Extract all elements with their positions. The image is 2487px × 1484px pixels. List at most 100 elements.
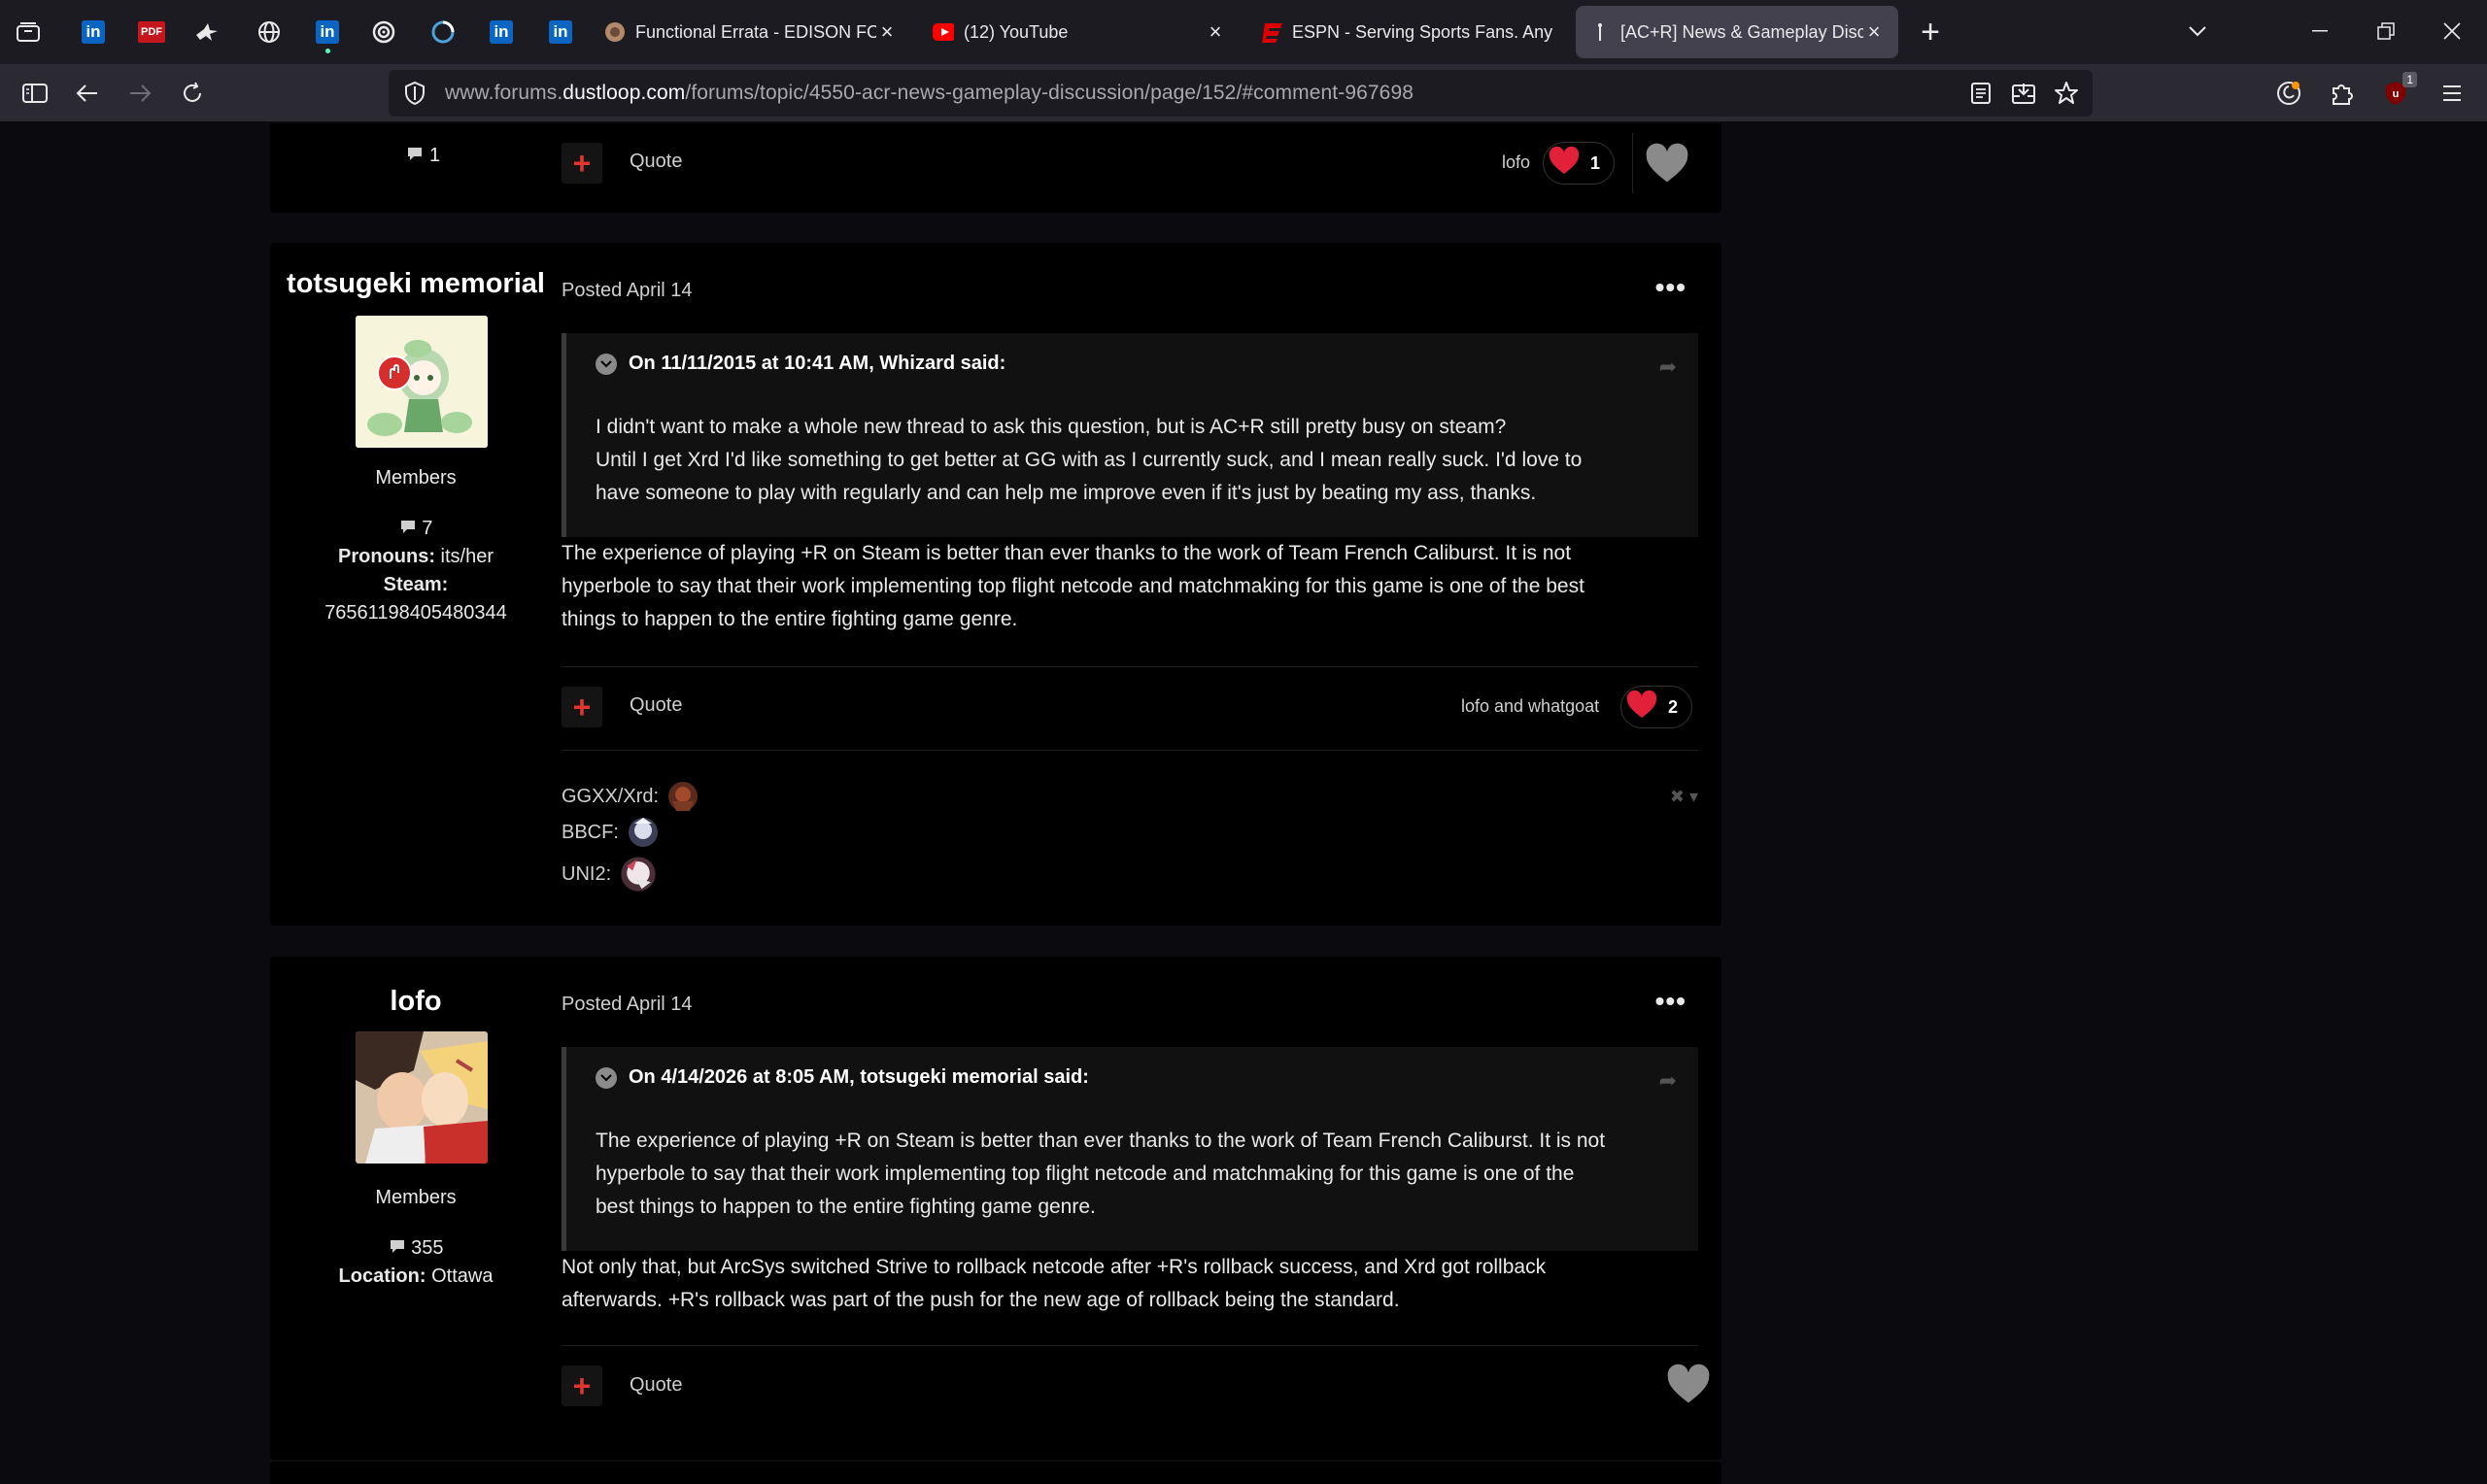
character-icon (628, 818, 658, 847)
close-icon[interactable]: × (1205, 19, 1226, 45)
hamburger-menu-icon[interactable] (2435, 76, 2470, 111)
url-prefix: www.forums. (445, 82, 563, 104)
chevron-down-icon[interactable] (596, 353, 617, 375)
dustloop-favicon (1589, 21, 1611, 43)
signature-line: UNI2: (562, 855, 658, 894)
post-count: 355 (270, 1234, 562, 1263)
signature-line: GGXX/Xrd: (562, 780, 699, 813)
quote-button[interactable]: Quote (630, 694, 682, 717)
close-icon[interactable]: × (876, 19, 898, 45)
swirl-icon[interactable] (367, 16, 400, 49)
posted-date[interactable]: Posted April 14 (562, 280, 693, 302)
restore-icon[interactable] (2365, 12, 2407, 51)
firefox-account-icon[interactable] (2271, 76, 2306, 111)
pdf-icon[interactable]: PDF (135, 16, 168, 49)
signature-label: UNI2: (562, 862, 612, 885)
tab-list-icon[interactable] (12, 16, 45, 49)
next-post-edge (270, 1462, 1721, 1484)
character-icon (668, 782, 698, 811)
extensions-puzzle-icon[interactable] (2324, 76, 2359, 111)
tab-title: Functional Errata - EDISON FOR (635, 21, 876, 42)
heart-reaction-icon (1625, 690, 1658, 725)
back-arrow-icon[interactable] (70, 76, 105, 111)
quote-header: On 11/11/2015 at 10:41 AM, Whizard said: (596, 353, 1005, 375)
share-arrow-icon[interactable]: ➦ (1659, 1068, 1677, 1094)
comment-icon (406, 145, 424, 167)
tab-strip: in PDF in in in Functional Errata - EDIS… (0, 0, 2487, 64)
more-options-icon[interactable]: ••• (1655, 272, 1686, 303)
multiquote-plus-button[interactable]: + (562, 143, 602, 184)
edison-favicon (604, 21, 626, 43)
reaction-count-box[interactable]: 1 (1543, 142, 1616, 185)
steam-field: Steam: (383, 574, 449, 595)
react-heart-button[interactable] (1665, 1364, 1712, 1406)
youtube-favicon (933, 21, 954, 43)
bookmark-star-icon[interactable] (2054, 81, 2079, 111)
quote-body: I didn't want to make a whole new thread… (596, 416, 1583, 504)
tab-title: ESPN - Serving Sports Fans. Any (1292, 21, 1553, 42)
close-window-icon[interactable] (2431, 12, 2473, 51)
chevron-down-icon[interactable] (596, 1066, 617, 1089)
tracking-shield-icon[interactable] (402, 81, 427, 106)
quote-block: On 11/11/2015 at 10:41 AM, Whizard said:… (562, 333, 1698, 537)
divider (1632, 133, 1633, 193)
minimize-icon[interactable] (2299, 12, 2341, 51)
linkedin-icon[interactable]: in (485, 16, 518, 49)
likers-text[interactable]: lofo (1502, 152, 1530, 173)
more-options-icon[interactable]: ••• (1655, 986, 1686, 1017)
comment-count: 1 (429, 145, 441, 166)
reader-view-icon[interactable] (1970, 82, 1992, 110)
tab-attention-dot (325, 49, 330, 53)
avatar[interactable] (356, 1031, 488, 1164)
quote-button[interactable]: Quote (630, 1374, 682, 1397)
comment-icon (399, 518, 417, 539)
tab-youtube[interactable]: (12) YouTube × (919, 6, 1240, 58)
new-tab-icon[interactable]: + (1914, 14, 1947, 51)
avatar[interactable] (356, 316, 488, 448)
navigation-toolbar: www.forums.dustloop.com/forums/topic/455… (0, 64, 2487, 122)
ring-icon[interactable] (426, 16, 460, 49)
espn-favicon (1261, 21, 1282, 43)
forward-arrow-icon[interactable] (122, 76, 157, 111)
ublock-origin-icon[interactable]: u 1 (2378, 72, 2417, 111)
sidebar-icon[interactable] (17, 76, 52, 111)
quote-button[interactable]: Quote (630, 151, 682, 173)
signature-hide-icon[interactable]: ✖ ▾ (1670, 787, 1698, 807)
svg-text:u: u (2393, 88, 2400, 100)
author-name[interactable]: totsugeki memorial (270, 268, 562, 300)
reaction-count-box[interactable]: 2 (1620, 686, 1693, 728)
post-count: 1 (406, 145, 440, 167)
previous-post-tail: 1 + Quote lofo 1 (270, 123, 1721, 213)
linkedin-icon[interactable]: in (77, 16, 110, 49)
tab-edison[interactable]: Functional Errata - EDISON FOR × (591, 6, 911, 58)
posted-date[interactable]: Posted April 14 (562, 994, 693, 1016)
likers-text[interactable]: lofo and whatgoat (1461, 696, 1599, 717)
linkedin-icon[interactable]: in (544, 16, 577, 49)
react-heart-button[interactable] (1644, 143, 1690, 186)
close-icon[interactable]: × (1863, 19, 1885, 45)
forum-post: totsugeki memorial Members 7 Pronouns: i… (270, 243, 1721, 926)
quote-block: On 4/14/2026 at 8:05 AM, totsugeki memor… (562, 1047, 1698, 1251)
signature-label: GGXX/Xrd: (562, 785, 660, 807)
save-to-pocket-icon[interactable] (2011, 82, 2036, 110)
share-arrow-icon[interactable]: ➦ (1659, 354, 1677, 380)
globe-icon[interactable] (253, 16, 286, 49)
address-bar[interactable]: www.forums.dustloop.com/forums/topic/455… (389, 70, 2093, 117)
tab-title: (12) YouTube (964, 21, 1069, 42)
rank-badge-icon (377, 355, 412, 390)
tab-dustloop[interactable]: [AC+R] News & Gameplay Disc × (1576, 6, 1898, 58)
linkedin-icon[interactable]: in (311, 16, 344, 49)
multiquote-plus-button[interactable]: + (562, 1366, 602, 1406)
member-role: Members (375, 1187, 457, 1208)
author-panel: lofo Members 355 Location: Ottawa (270, 957, 562, 1291)
signature-line: BBCF: (562, 816, 660, 849)
reload-icon[interactable] (175, 76, 210, 111)
multiquote-plus-button[interactable]: + (562, 687, 602, 727)
tab-espn[interactable]: ESPN - Serving Sports Fans. Any (1247, 6, 1568, 58)
extension-badge: 1 (2402, 72, 2417, 87)
author-name[interactable]: lofo (270, 986, 562, 1018)
bird-icon[interactable] (190, 16, 223, 49)
forum-post: lofo Members 355 Location: Ottawa Posted… (270, 957, 1721, 1460)
tab-overflow-chevron-icon[interactable] (2176, 12, 2219, 51)
url-text[interactable]: www.forums.dustloop.com/forums/topic/455… (445, 82, 1414, 105)
